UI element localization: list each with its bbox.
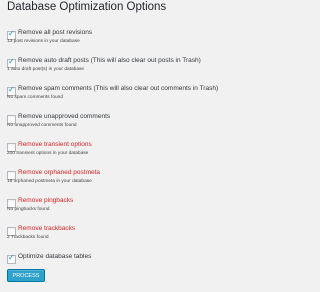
option-transient-options[interactable]: Remove transient options 200 transient o… [7, 141, 297, 165]
option-description: No unapproved comments found [7, 123, 77, 128]
option-spam-comments[interactable]: ✓ Remove spam comments (This will also c… [7, 85, 297, 109]
option-label: Remove trackbacks [18, 225, 76, 232]
option-description: No spam comments found [7, 95, 63, 100]
option-label: Remove pingbacks [18, 197, 74, 204]
checkmark-icon: ✓ [8, 253, 15, 262]
option-label: Optimize database tables [18, 253, 92, 260]
option-label: Remove auto draft posts (This will also … [18, 57, 201, 64]
checkmark-icon: ✓ [8, 29, 15, 38]
option-label: Remove all post revisions [18, 29, 93, 36]
option-auto-drafts[interactable]: ✓ Remove auto draft posts (This will als… [7, 57, 297, 81]
option-orphaned-postmeta[interactable]: Remove orphaned postmeta 18 orphaned pos… [7, 169, 297, 193]
option-description: 2 Trackbacks found [7, 235, 49, 240]
option-optimize-tables[interactable]: ✓ Optimize database tables [7, 253, 297, 265]
checkmark-icon: ✓ [8, 57, 15, 66]
option-label: Remove transient options [18, 141, 92, 148]
option-label: Remove orphaned postmeta [18, 169, 101, 176]
option-post-revisions[interactable]: ✓ Remove all post revisions 13 post revi… [7, 29, 297, 53]
option-description: No pingbacks found [7, 207, 50, 212]
checkmark-icon: ✓ [8, 85, 15, 94]
option-description: 18 orphaned postmeta in your database [7, 179, 92, 184]
option-trackbacks[interactable]: Remove trackbacks 2 Trackbacks found [7, 225, 297, 249]
option-label: Remove unapproved comments [18, 113, 111, 120]
option-description: 1 auto draft post(s) in your database [7, 67, 85, 72]
checkbox[interactable]: ✓ [7, 253, 16, 264]
optimization-panel: Database Optimization Options ✓ Remove a… [0, 0, 300, 292]
option-pingbacks[interactable]: Remove pingbacks No pingbacks found [7, 197, 297, 221]
section-title: Database Optimization Options [7, 1, 167, 13]
option-description: 200 transient options in your database [7, 151, 89, 156]
option-label: Remove spam comments (This will also cle… [18, 85, 219, 92]
option-description: 13 post revisions in your database [7, 39, 80, 44]
option-unapproved-comments[interactable]: Remove unapproved comments No unapproved… [7, 113, 297, 137]
process-button[interactable]: PROCESS [7, 269, 45, 282]
